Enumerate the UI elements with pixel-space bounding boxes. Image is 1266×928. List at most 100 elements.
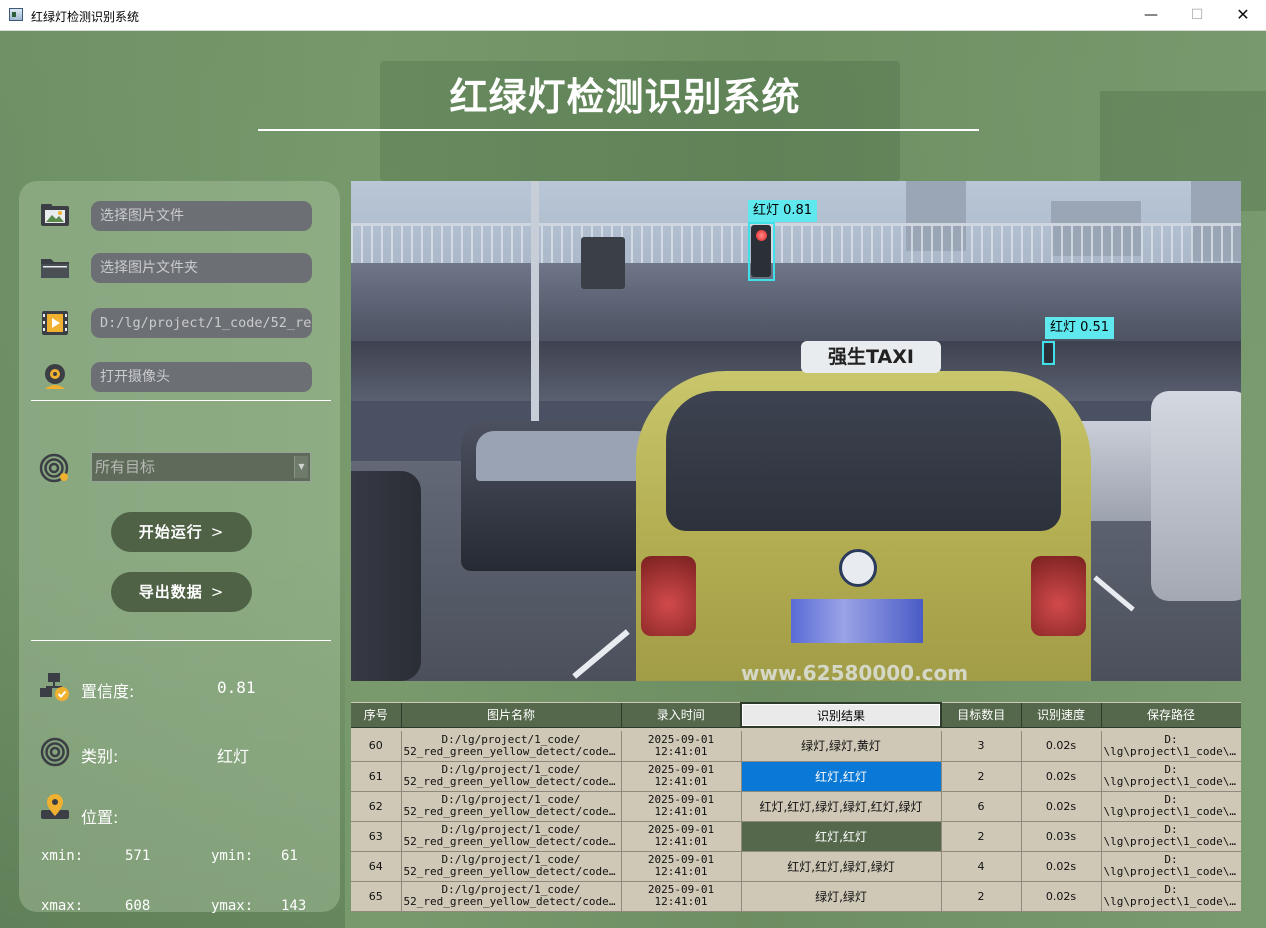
cell-result[interactable]: 绿灯,绿灯 [741, 881, 942, 912]
ymax-value: 143 [281, 898, 307, 914]
bridge-railing [351, 223, 1241, 263]
cell-count[interactable]: 2 [941, 881, 1022, 912]
video-file-input[interactable]: D:/lg/project/1_code/52_red [91, 308, 312, 338]
cell-text: D: [1164, 794, 1178, 806]
cell-speed[interactable]: 0.02s [1021, 791, 1102, 822]
cell-text: D:/lg/project/1_code/ [441, 764, 581, 776]
cell-id[interactable]: 63 [351, 821, 402, 852]
image-watermark: www.62580000.com [741, 661, 969, 681]
cell-count[interactable]: 2 [941, 761, 1022, 792]
cell-result[interactable]: 红灯,红灯 [741, 821, 942, 852]
column-header-speed[interactable]: 识别速度 [1021, 703, 1102, 728]
target-select-value: 所有目标 [95, 458, 156, 476]
cell-save-path[interactable]: D: \lg\project\1_code\5… [1101, 791, 1241, 822]
cell-text: 2025-09-01 [647, 854, 715, 866]
cell-id[interactable]: 60 [351, 731, 402, 762]
folder-icon[interactable] [39, 253, 71, 283]
category-label: 类别: [81, 747, 119, 766]
cell-result[interactable]: 红灯,红灯 [741, 761, 942, 792]
cell-result[interactable]: 红灯,红灯,绿灯,绿灯,红灯,绿灯 [741, 791, 942, 822]
cell-result[interactable]: 绿灯,绿灯,黄灯 [741, 731, 942, 762]
cell-time[interactable]: 2025-09-01 12:41:01 [621, 761, 742, 792]
cell-image-name[interactable]: D:/lg/project/1_code/52_red_green_yellow… [401, 821, 622, 852]
cell-result[interactable]: 红灯,红灯,绿灯,绿灯 [741, 851, 942, 882]
maximize-button[interactable]: ☐ [1174, 0, 1220, 31]
table-row[interactable]: 65 D:/lg/project/1_code/52_red_green_yell… [351, 881, 1241, 912]
cell-text: \lg\project\1_code\5… [1103, 806, 1239, 818]
chevron-down-icon[interactable]: ▼ [294, 456, 308, 478]
detection-box [748, 222, 775, 281]
cell-text: 2025-09-01 [647, 733, 715, 746]
cell-speed[interactable]: 0.03s [1021, 821, 1102, 852]
cell-text: 52_red_green_yellow_detect/code/… [403, 836, 619, 848]
cell-count[interactable]: 6 [941, 791, 1022, 822]
cell-count[interactable]: 2 [941, 821, 1022, 852]
cell-image-name[interactable]: D:/lg/project/1_code/52_red_green_yellow… [401, 761, 622, 792]
cell-image-name[interactable]: D:/lg/project/1_code/52_red_green_yellow… [401, 731, 622, 762]
cell-count[interactable]: 4 [941, 851, 1022, 882]
column-header-time[interactable]: 录入时间 [621, 703, 742, 728]
app-icon [9, 8, 23, 21]
column-header-name[interactable]: 图片名称 [401, 703, 622, 728]
cell-speed[interactable]: 0.02s [1021, 731, 1102, 762]
cell-speed[interactable]: 0.02s [1021, 851, 1102, 882]
cell-time[interactable]: 2025-09-01 12:41:01 [621, 791, 742, 822]
scene-car [1151, 391, 1241, 601]
scene-car-window [476, 431, 656, 481]
cell-image-name[interactable]: D:/lg/project/1_code/52_red_green_yellow… [401, 791, 622, 822]
cell-speed[interactable]: 0.02s [1021, 761, 1102, 792]
video-icon[interactable] [39, 308, 71, 338]
cell-time[interactable]: 2025-09-01 12:41:01 [621, 821, 742, 852]
export-button[interactable]: 导出数据 > [111, 572, 252, 612]
cell-image-name[interactable]: D:/lg/project/1_code/52_red_green_yellow… [401, 881, 622, 912]
table-row[interactable]: 63 D:/lg/project/1_code/52_red_green_yell… [351, 821, 1241, 852]
cell-time[interactable]: 2025-09-01 12:41:01 [621, 881, 742, 912]
xmin-label: xmin: [41, 848, 84, 864]
cell-text: \lg\project\1_code\5… [1103, 836, 1239, 848]
cell-text: 12:41:01 [654, 745, 708, 758]
car-logo [839, 549, 877, 587]
close-button[interactable]: ✕ [1220, 0, 1266, 31]
cell-id[interactable]: 61 [351, 761, 402, 792]
cell-count[interactable]: 3 [941, 731, 1022, 762]
control-panel: 选择图片文件 选择图片文件夹 D:/lg/project/1_code/52_r… [19, 181, 340, 914]
camera-icon[interactable] [39, 362, 71, 392]
cell-id[interactable]: 62 [351, 791, 402, 822]
column-header-count[interactable]: 目标数目 [941, 703, 1022, 728]
image-file-input[interactable]: 选择图片文件 [91, 201, 312, 231]
target-select[interactable]: 所有目标 ▼ [91, 452, 311, 482]
cell-save-path[interactable]: D: \lg\project\1_code\5… [1101, 851, 1241, 882]
cell-speed[interactable]: 0.02s [1021, 881, 1102, 912]
cell-image-name[interactable]: D:/lg/project/1_code/52_red_green_yellow… [401, 851, 622, 882]
cell-text: 2025-09-01 [647, 884, 715, 896]
location-pin-icon [39, 792, 71, 822]
cell-text: \lg\project\1_code\5… [1103, 745, 1239, 758]
table-row[interactable]: 61 D:/lg/project/1_code/52_red_green_yell… [351, 761, 1241, 792]
cell-save-path[interactable]: D: \lg\project\1_code\5… [1101, 761, 1241, 792]
image-folder-icon[interactable] [39, 201, 71, 231]
table-row[interactable]: 64 D:/lg/project/1_code/52_red_green_yell… [351, 851, 1241, 882]
start-button[interactable]: 开始运行 > [111, 512, 252, 552]
table-row[interactable]: 62 D:/lg/project/1_code/52_red_green_yell… [351, 791, 1241, 822]
window-titlebar: 红绿灯检测识别系统 — ☐ ✕ [0, 0, 1266, 31]
taxi-rear-window [666, 391, 1061, 531]
cell-save-path[interactable]: D: \lg\project\1_code\5… [1101, 821, 1241, 852]
cell-time[interactable]: 2025-09-01 12:41:01 [621, 851, 742, 882]
cell-text: 2025-09-01 [647, 824, 715, 836]
image-folder-input[interactable]: 选择图片文件夹 [91, 253, 312, 283]
cell-save-path[interactable]: D: \lg\project\1_code\5… [1101, 731, 1241, 762]
column-header-path[interactable]: 保存路径 [1101, 703, 1241, 728]
cell-text: D:/lg/project/1_code/ [441, 733, 581, 746]
cell-time[interactable]: 2025-09-01 12:41:01 [621, 731, 742, 762]
cell-save-path[interactable]: D: \lg\project\1_code\5… [1101, 881, 1241, 912]
cell-id[interactable]: 65 [351, 881, 402, 912]
cell-text: D: [1164, 764, 1178, 776]
minimize-button[interactable]: — [1128, 0, 1174, 31]
cell-id[interactable]: 64 [351, 851, 402, 882]
column-header-result[interactable]: 识别结果 [740, 702, 942, 728]
column-header-id[interactable]: 序号 [351, 703, 402, 728]
detection-label: 红灯 0.51 [1045, 317, 1115, 339]
camera-input[interactable]: 打开摄像头 [91, 362, 312, 392]
cell-text: 52_red_green_yellow_detect/code/… [403, 806, 619, 818]
table-row[interactable]: 60 D:/lg/project/1_code/52_red_green_yell… [351, 731, 1241, 762]
